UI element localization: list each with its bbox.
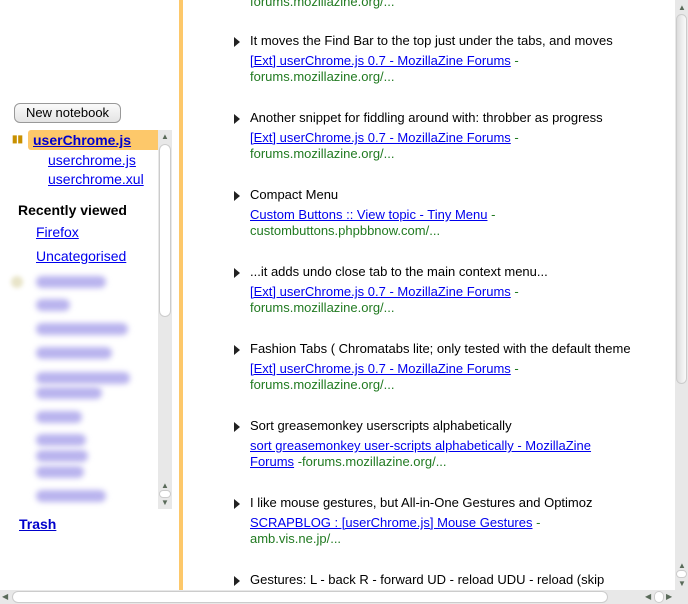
recently-viewed-heading: Recently viewed bbox=[18, 202, 127, 218]
expand-triangle-icon[interactable] bbox=[234, 114, 240, 124]
expand-triangle-icon[interactable] bbox=[234, 37, 240, 47]
entry-source: [Ext] userChrome.js 0.7 - MozillaZine Fo… bbox=[250, 53, 519, 84]
entry-source: [Ext] userChrome.js 0.7 - MozillaZine Fo… bbox=[250, 284, 519, 315]
entry-url: custombuttons.phpbbnow.com/... bbox=[250, 223, 441, 238]
scrollbar-thumb[interactable] bbox=[654, 591, 664, 603]
entry-link[interactable]: [Ext] userChrome.js 0.7 - MozillaZine Fo… bbox=[250, 53, 511, 68]
entry-title[interactable]: Another snippet for fiddling around with… bbox=[250, 110, 603, 125]
entry-title[interactable]: It moves the Find Bar to the top just un… bbox=[250, 33, 613, 48]
horizontal-scrollbar[interactable]: ◀ ◀ ▶ bbox=[0, 590, 688, 604]
entry-source: sort greasemonkey user-scripts alphabeti… bbox=[250, 438, 592, 469]
scrollbar-thumb[interactable] bbox=[676, 14, 687, 384]
scrollbar-thumb[interactable] bbox=[159, 144, 171, 317]
entry-url: forums.mozillazine.org/... bbox=[250, 300, 395, 315]
scroll-left-icon[interactable]: ◀ bbox=[645, 593, 651, 601]
blurred-item bbox=[36, 323, 128, 335]
expand-triangle-icon[interactable] bbox=[234, 499, 240, 509]
scroll-down-icon[interactable]: ▼ bbox=[678, 580, 686, 588]
blurred-item bbox=[36, 411, 82, 423]
scroll-right-icon[interactable]: ▶ bbox=[666, 593, 672, 601]
blurred-item bbox=[36, 387, 102, 399]
entry-source: [Ext] userChrome.js 0.7 - MozillaZine Fo… bbox=[250, 130, 519, 161]
entry-title[interactable]: Compact Menu bbox=[250, 187, 338, 202]
scroll-down-icon[interactable]: ▼ bbox=[161, 499, 169, 507]
blurred-item bbox=[36, 347, 112, 359]
scroll-left-icon[interactable]: ◀ bbox=[2, 593, 8, 601]
blurred-icon bbox=[11, 276, 23, 288]
entry-title[interactable]: Gestures: L - back R - forward UD - relo… bbox=[250, 572, 604, 587]
expand-triangle-icon[interactable] bbox=[234, 576, 240, 586]
entry-url: forums.mozillazine.org/... bbox=[250, 69, 395, 84]
entry-link[interactable]: SCRAPBLOG : [userChrome.js] Mouse Gestur… bbox=[250, 515, 532, 530]
blurred-item bbox=[36, 299, 70, 311]
pin-icon: ▮▮ bbox=[12, 134, 24, 145]
entry-title[interactable]: I like mouse gestures, but All-in-One Ge… bbox=[250, 495, 593, 510]
notes-content: forums.mozillazine.org/... It moves the … bbox=[183, 0, 675, 590]
entry-url: amb.vis.ne.jp/... bbox=[250, 531, 342, 546]
entry-url: forums.mozillazine.org/... bbox=[250, 0, 395, 9]
entry-link[interactable]: [Ext] userChrome.js 0.7 - MozillaZine Fo… bbox=[250, 361, 511, 376]
blurred-item bbox=[36, 276, 106, 288]
scrollbar-thumb[interactable] bbox=[676, 570, 687, 578]
blurred-item bbox=[36, 450, 88, 462]
entry-url: forums.mozillazine.org/... bbox=[250, 146, 395, 161]
sidebar-scrollbar[interactable]: ▲ ▲ ▼ bbox=[158, 130, 172, 509]
expand-triangle-icon[interactable] bbox=[234, 268, 240, 278]
scroll-up-icon[interactable]: ▲ bbox=[678, 4, 686, 12]
page-link-userchrome-js[interactable]: userchrome.js bbox=[48, 152, 136, 168]
notebook-link-userchrome[interactable]: userChrome.js bbox=[33, 132, 131, 148]
entry-link[interactable]: Custom Buttons :: View topic - Tiny Menu bbox=[250, 207, 487, 222]
selected-notebook[interactable]: userChrome.js bbox=[28, 130, 158, 150]
blurred-item bbox=[36, 466, 84, 478]
expand-triangle-icon[interactable] bbox=[234, 345, 240, 355]
sidebar: New notebook ▮▮ userChrome.js userchrome… bbox=[0, 0, 179, 590]
blurred-item bbox=[36, 434, 86, 446]
entry-url: forums.mozillazine.org/... bbox=[250, 377, 395, 392]
entry-title[interactable]: Sort greasemonkey userscripts alphabetic… bbox=[250, 418, 512, 433]
scrollbar-thumb[interactable] bbox=[12, 591, 608, 603]
entry-source: SCRAPBLOG : [userChrome.js] Mouse Gestur… bbox=[250, 515, 541, 546]
blurred-item bbox=[36, 490, 106, 502]
expand-triangle-icon[interactable] bbox=[234, 191, 240, 201]
main-scrollbar[interactable]: ▲ ▲ ▼ bbox=[675, 0, 688, 590]
trash[interactable]: Trash bbox=[19, 516, 56, 532]
trash-link[interactable]: Trash bbox=[19, 516, 56, 532]
expand-triangle-icon[interactable] bbox=[234, 422, 240, 432]
entry-link[interactable]: [Ext] userChrome.js 0.7 - MozillaZine Fo… bbox=[250, 130, 511, 145]
new-notebook-button[interactable]: New notebook bbox=[14, 103, 121, 123]
scrollbar-thumb[interactable] bbox=[159, 490, 171, 498]
entry-url: forums.mozillazine.org/... bbox=[302, 454, 447, 469]
entry-link[interactable]: [Ext] userChrome.js 0.7 - MozillaZine Fo… bbox=[250, 284, 511, 299]
recent-link-uncategorised[interactable]: Uncategorised bbox=[36, 248, 126, 264]
entry-title[interactable]: Fashion Tabs ( Chromatabs lite; only tes… bbox=[250, 341, 631, 356]
scroll-up-icon[interactable]: ▲ bbox=[161, 133, 169, 141]
entry-source: Custom Buttons :: View topic - Tiny Menu… bbox=[250, 207, 496, 238]
page-link-userchrome-xul[interactable]: userchrome.xul bbox=[48, 171, 144, 187]
entry-source: [Ext] userChrome.js 0.7 - MozillaZine Fo… bbox=[250, 361, 519, 392]
recent-link-firefox[interactable]: Firefox bbox=[36, 224, 79, 240]
entry-title[interactable]: ...it adds undo close tab to the main co… bbox=[250, 264, 548, 279]
notebook-tree: ▮▮ userChrome.js userchrome.js userchrom… bbox=[0, 129, 173, 509]
scroll-up-icon[interactable]: ▲ bbox=[678, 562, 686, 570]
scroll-up-icon[interactable]: ▲ bbox=[161, 482, 169, 490]
blurred-item bbox=[36, 372, 130, 384]
